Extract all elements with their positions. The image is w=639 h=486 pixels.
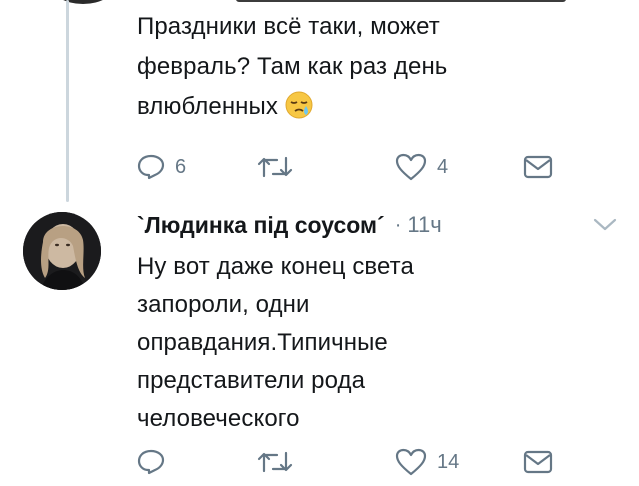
- tweet-actions: 14: [137, 447, 577, 477]
- retweet-button[interactable]: [257, 447, 303, 477]
- tweet-text-line: Ну вот даже конец света: [137, 253, 414, 280]
- tweet-text: Праздники всё таки, может февраль? Там к…: [137, 7, 607, 133]
- separator-dot: ·: [394, 213, 402, 236]
- tweet-text-line: запороли, одни: [137, 291, 310, 318]
- retweet-icon: [257, 449, 293, 475]
- reply-count: 6: [175, 155, 187, 178]
- tweet-text-line: представители рода: [137, 367, 366, 394]
- retweet-button[interactable]: [257, 152, 303, 182]
- tweet-text-line: оправдания.Типичные: [137, 329, 388, 356]
- like-icon: [395, 153, 427, 181]
- message-icon: [523, 154, 553, 180]
- tweet-text-line: Праздники всё таки, может: [137, 13, 440, 40]
- author-name[interactable]: `Людинка під соусом´: [137, 212, 385, 239]
- like-button[interactable]: 4: [395, 152, 448, 182]
- thread-line: [66, 0, 69, 202]
- tweet-text-segment: влюбленных: [137, 93, 278, 120]
- reply-icon: [137, 154, 165, 180]
- tweet-text-line: влюбленных: [137, 87, 607, 133]
- like-count: 14: [437, 450, 460, 473]
- reply-button[interactable]: [137, 447, 175, 477]
- like-icon: [395, 448, 427, 476]
- tweet-header: `Людинка під соусом´ · 11ч: [137, 208, 442, 242]
- sleepy-face-icon: [284, 90, 314, 133]
- retweet-icon: [257, 154, 293, 180]
- tweet-text-line: февраль? Там как раз день: [137, 53, 448, 80]
- previous-avatar-edge: [50, 0, 116, 4]
- avatar[interactable]: [23, 212, 101, 290]
- tweet-actions: 6 4: [137, 152, 577, 182]
- like-count: 4: [437, 155, 449, 178]
- tweet-text: Ну вот даже конец света запороли, одни о…: [137, 248, 577, 438]
- previous-text-fragment: [236, 0, 566, 2]
- message-button[interactable]: [523, 152, 553, 182]
- timestamp[interactable]: 11ч: [407, 212, 441, 238]
- message-button[interactable]: [523, 447, 553, 477]
- message-icon: [523, 449, 553, 475]
- reply-icon: [137, 449, 165, 475]
- tweet-text-line: человеческого: [137, 405, 300, 432]
- chevron-down-icon[interactable]: [592, 216, 618, 239]
- like-button[interactable]: 14: [395, 447, 459, 477]
- reply-button[interactable]: 6: [137, 152, 186, 182]
